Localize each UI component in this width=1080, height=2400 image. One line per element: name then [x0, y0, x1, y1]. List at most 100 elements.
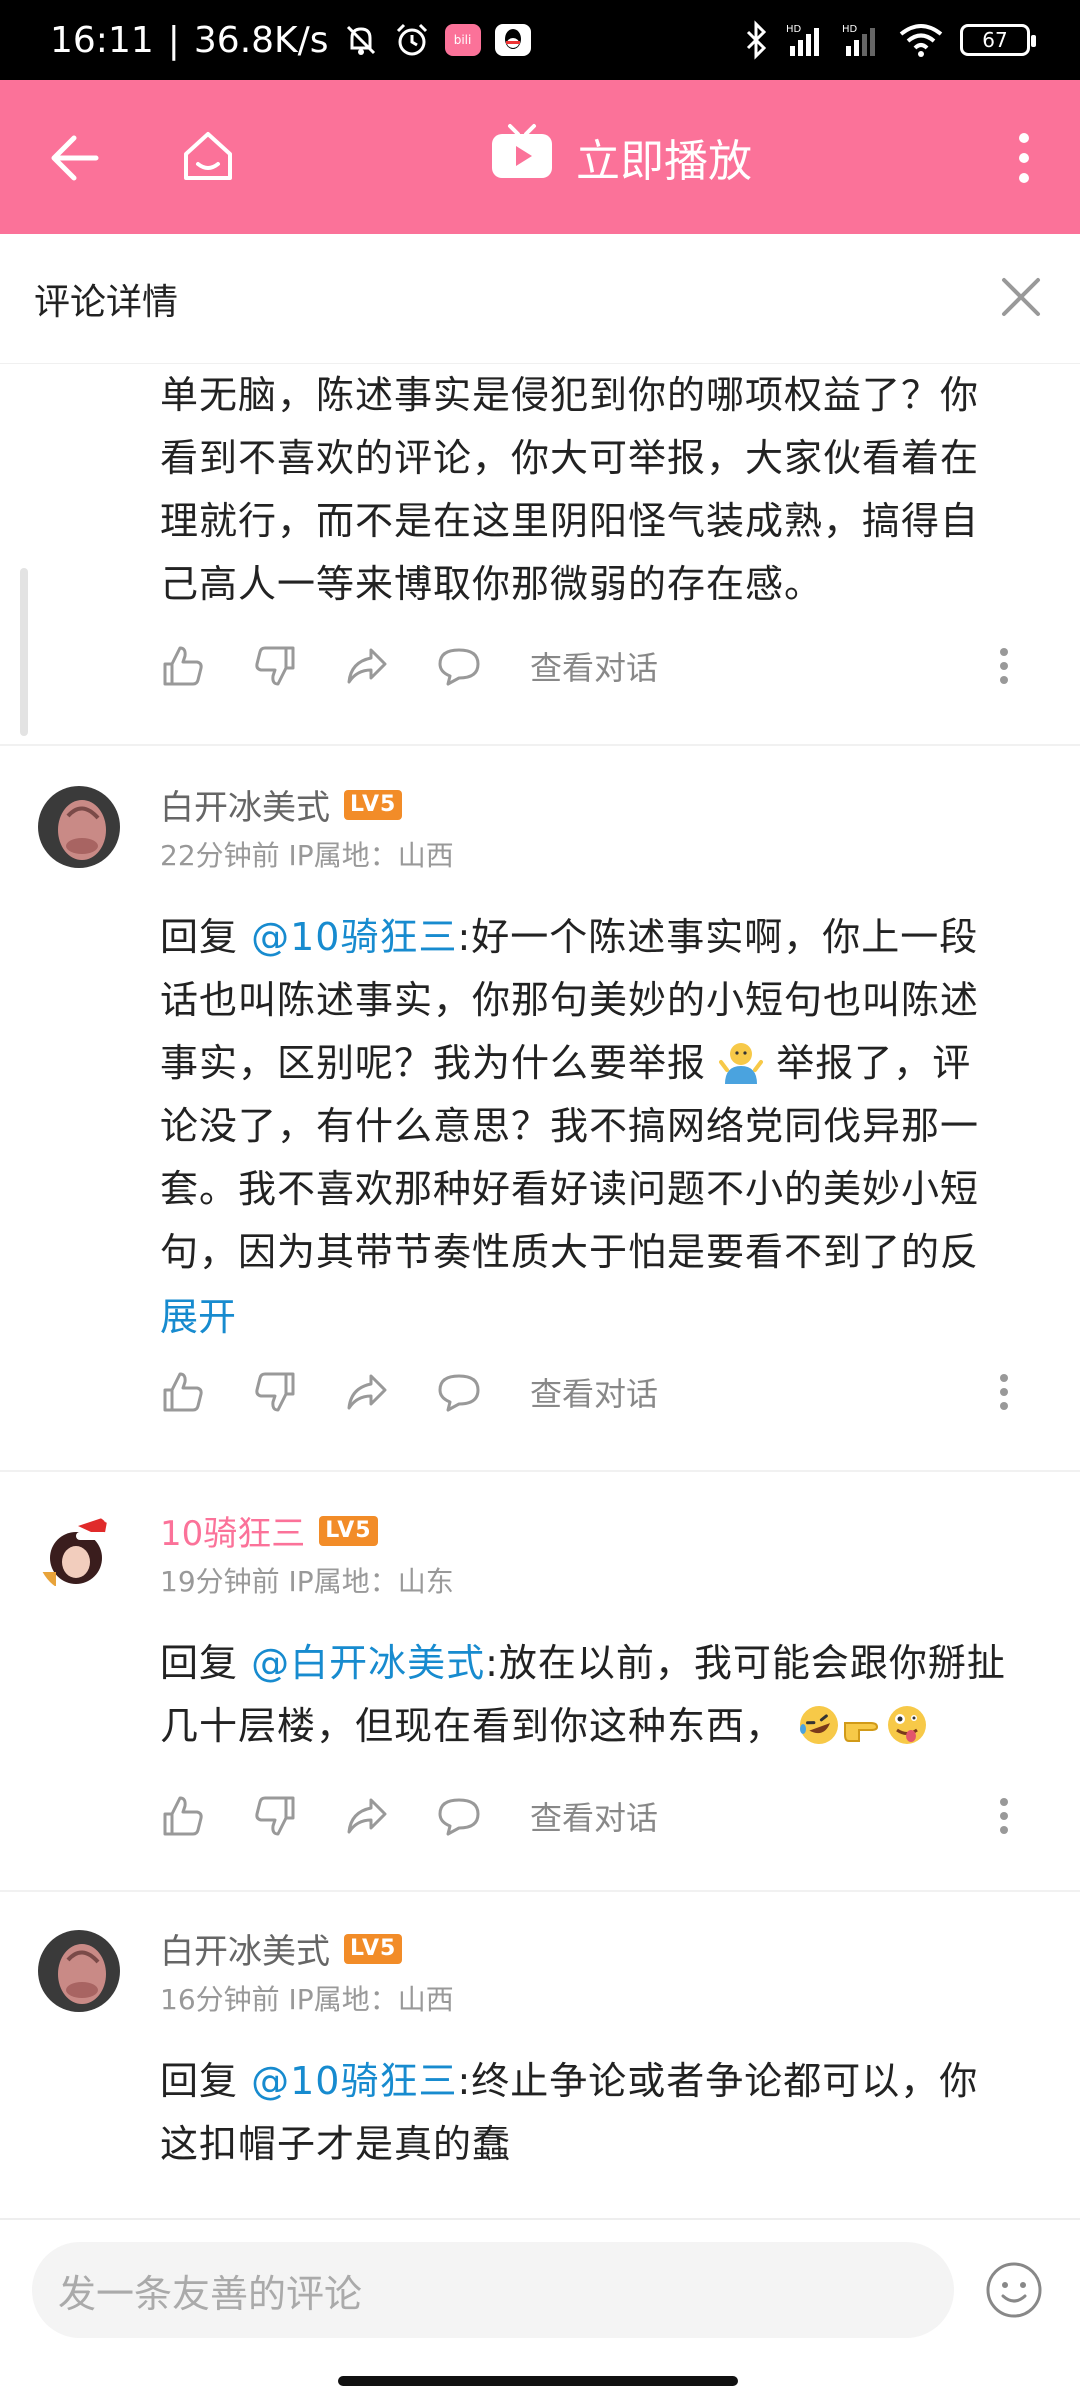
status-separator: | — [167, 19, 180, 61]
avatar[interactable] — [38, 1512, 120, 1594]
comment-line: 理就行，而不是在这里阴阳怪气装成熟，搞得自 — [160, 499, 980, 543]
signal-hd-icon: HD — [842, 22, 882, 58]
tv-play-icon — [490, 122, 554, 193]
wifi-icon — [898, 22, 944, 58]
divider — [0, 1470, 1080, 1472]
comment-time: 19分钟前 — [160, 1565, 280, 1598]
comment-actions: 查看对话 — [160, 1362, 1020, 1422]
view-conversation-link[interactable]: 查看对话 — [530, 643, 658, 689]
emoji-face-icon[interactable] — [984, 2260, 1044, 2320]
battery-icon: 67 — [960, 24, 1036, 56]
play-now-button[interactable]: 立即播放 — [490, 122, 752, 193]
mention-link[interactable]: @10骑狂三 — [251, 915, 457, 959]
comment-line-text: :终止争论或者争论都可以，你 — [457, 2059, 979, 2103]
comment-meta: 22分钟前 IP属地：山西 — [160, 834, 454, 874]
comment-line-text: 举报了，评 — [776, 1041, 972, 1085]
scrollbar[interactable] — [20, 568, 28, 736]
comment-line-text: :放在以前，我可能会跟你掰扯 — [485, 1641, 1006, 1685]
comment-time: 16分钟前 — [160, 1983, 280, 2016]
point-right-emoji-icon — [841, 1703, 885, 1747]
share-icon[interactable] — [344, 1369, 390, 1415]
comment-body: 回复 @10骑狂三:终止争论或者争论都可以，你 这扣帽子才是真的蠢 — [160, 2050, 1040, 2176]
view-conversation-link[interactable]: 查看对话 — [530, 1369, 658, 1415]
view-conversation-link[interactable]: 查看对话 — [530, 1793, 658, 1839]
dislike-icon[interactable] — [252, 1793, 298, 1839]
ip-location: IP属地：山西 — [288, 839, 454, 872]
comment-actions: 查看对话 — [160, 1786, 1020, 1846]
comment-line: 话也叫陈述事实，你那句美妙的小短句也叫陈述 — [160, 978, 980, 1022]
rofl-emoji-icon — [797, 1703, 841, 1747]
like-icon[interactable] — [160, 1369, 206, 1415]
more-vertical-icon[interactable] — [1012, 128, 1036, 188]
reply-prefix: 回复 — [160, 1641, 252, 1685]
share-icon[interactable] — [344, 1793, 390, 1839]
like-icon[interactable] — [160, 643, 206, 689]
comment-meta: 16分钟前 IP属地：山西 — [160, 1978, 454, 2018]
more-vertical-icon[interactable] — [998, 1370, 1010, 1414]
mention-link[interactable]: @10骑狂三 — [251, 2059, 457, 2103]
more-vertical-icon[interactable] — [998, 644, 1010, 688]
bilibili-app-icon: bili — [444, 24, 481, 56]
qq-app-icon — [494, 24, 531, 56]
comment-input[interactable]: 发一条友善的评论 — [32, 2242, 954, 2338]
comment-input-placeholder: 发一条友善的评论 — [58, 2271, 363, 2316]
comment-meta: 19分钟前 IP属地：山东 — [160, 1560, 454, 1600]
comment-line: 几十层楼，但现在看到你这种东西， — [160, 1695, 1040, 1758]
back-arrow-icon[interactable] — [48, 132, 100, 184]
more-vertical-icon[interactable] — [998, 1794, 1010, 1838]
close-icon[interactable] — [996, 272, 1046, 322]
avatar[interactable] — [38, 786, 120, 868]
home-indicator[interactable] — [338, 2376, 738, 2386]
bluetooth-icon — [744, 20, 770, 60]
comment-line-text: :好一个陈述事实啊，你上一段 — [457, 915, 979, 959]
username-text: 10骑狂三 — [160, 1514, 306, 1554]
shrug-emoji-icon — [719, 1040, 764, 1084]
username[interactable]: 白开冰美式 LV5 — [160, 1924, 403, 1973]
level-badge: LV5 — [319, 1515, 378, 1546]
mention-link[interactable]: @白开冰美式 — [251, 1641, 485, 1685]
signal-hd-icon: HD — [786, 22, 826, 58]
comment-line-text: 几十层楼，但现在看到你这种东西， — [160, 1704, 785, 1748]
comment-line: 己高人一等来博取你那微弱的存在感。 — [160, 562, 824, 606]
svg-text:HD: HD — [842, 24, 858, 35]
username[interactable]: 10骑狂三 LV5 — [160, 1506, 378, 1555]
username-text: 白开冰美式 — [160, 1932, 330, 1972]
comment-icon[interactable] — [436, 1793, 482, 1839]
dislike-icon[interactable] — [252, 643, 298, 689]
avatar[interactable] — [38, 1930, 120, 2012]
comment-time: 22分钟前 — [160, 839, 280, 872]
share-icon[interactable] — [344, 643, 390, 689]
comment-line: 回复 @10骑狂三:终止争论或者争论都可以，你 — [160, 2050, 1040, 2113]
comment-actions: 查看对话 — [160, 636, 1020, 696]
comment-line: 看到不喜欢的评论，你大可举报，大家伙看着在 — [160, 436, 980, 480]
level-badge: LV5 — [344, 789, 403, 820]
comment-line: 句，因为其带节奏性质大于怕是要看不到了的反 — [160, 1230, 980, 1274]
username[interactable]: 白开冰美式 LV5 — [160, 780, 403, 829]
comment-body: 单无脑，陈述事实是侵犯到你的哪项权益了？你 看到不喜欢的评论，你大可举报，大家伙… — [160, 364, 1040, 616]
mute-bell-icon — [343, 22, 379, 58]
comment-icon[interactable] — [436, 643, 482, 689]
like-icon[interactable] — [160, 1793, 206, 1839]
comment-line: 套。我不喜欢那种好看好读问题不小的美妙小短 — [160, 1167, 980, 1211]
expand-link[interactable]: 展开 — [160, 1286, 236, 1341]
top-bar: 立即播放 — [0, 80, 1080, 234]
home-icon[interactable] — [180, 128, 236, 184]
status-bar: 16:11 | 36.8K/s bili HD HD 67 — [0, 0, 1080, 80]
comment-body: 回复 @白开冰美式:放在以前，我可能会跟你掰扯 几十层楼，但现在看到你这种东西， — [160, 1632, 1040, 1758]
comment-body: 回复 @10骑狂三:好一个陈述事实啊，你上一段 话也叫陈述事实，你那句美妙的小短… — [160, 906, 1040, 1284]
username-text: 白开冰美式 — [160, 788, 330, 828]
comment-line-text: 事实，区别呢？我为什么要举报 — [160, 1041, 707, 1085]
ip-location: IP属地：山西 — [288, 1983, 454, 2016]
comment-line: 回复 @白开冰美式:放在以前，我可能会跟你掰扯 — [160, 1632, 1040, 1695]
level-badge: LV5 — [344, 1933, 403, 1964]
svg-text:HD: HD — [786, 24, 802, 35]
zany-face-emoji-icon — [885, 1703, 929, 1747]
comment-detail-header: 评论详情 — [0, 234, 1080, 364]
dislike-icon[interactable] — [252, 1369, 298, 1415]
net-speed: 36.8K/s — [193, 19, 329, 61]
divider — [0, 1890, 1080, 1892]
clock: 16:11 — [50, 19, 154, 61]
comment-icon[interactable] — [436, 1369, 482, 1415]
ip-location: IP属地：山东 — [288, 1565, 454, 1598]
comment-line: 回复 @10骑狂三:好一个陈述事实啊，你上一段 — [160, 906, 1040, 969]
